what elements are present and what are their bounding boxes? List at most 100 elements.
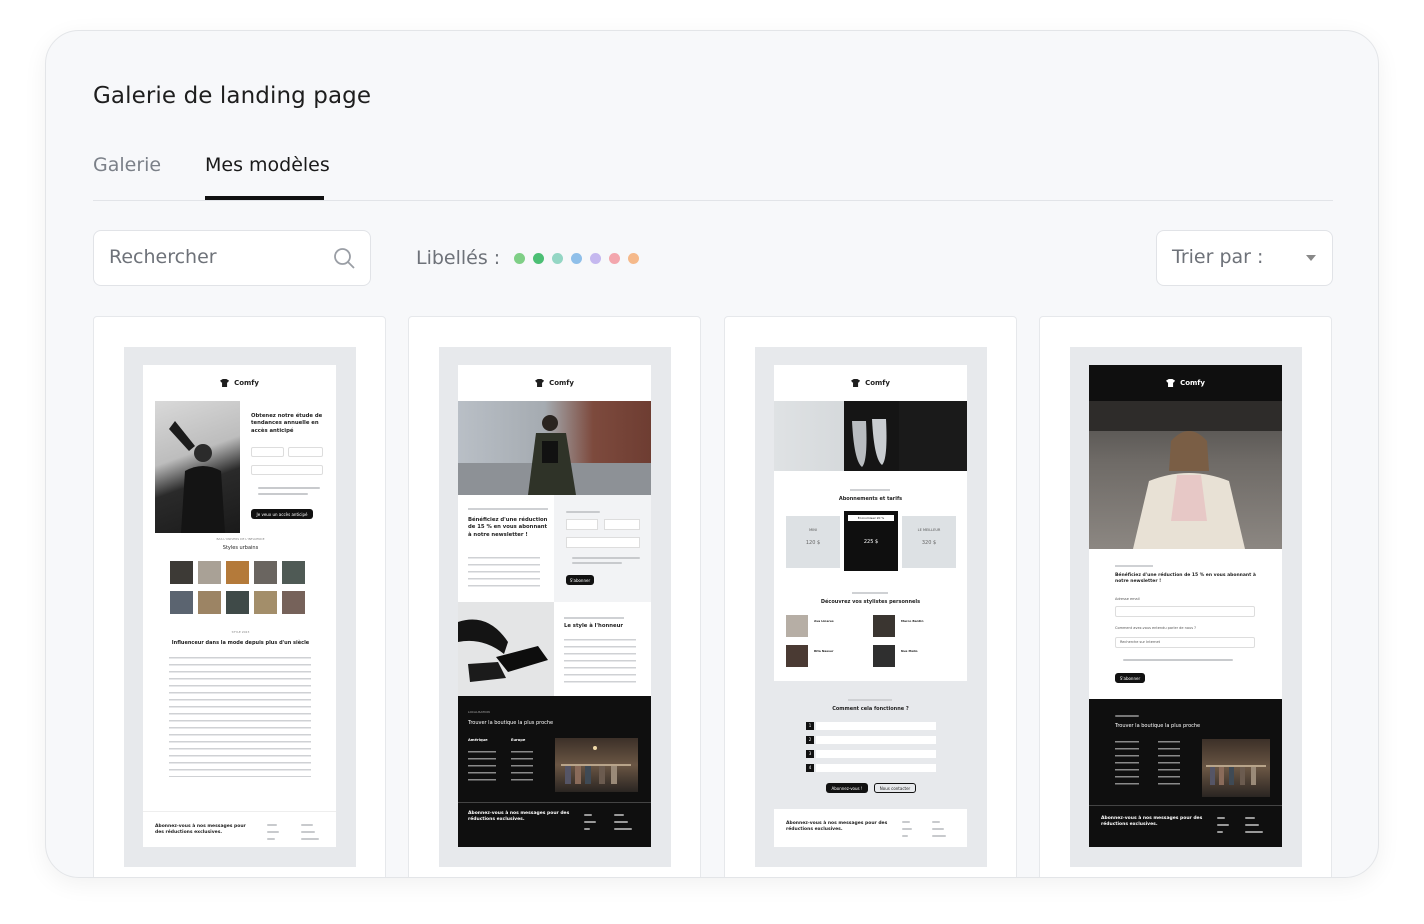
- label-filter: Libellés :: [416, 245, 647, 271]
- article-body: [169, 657, 311, 777]
- hero-photo: [458, 401, 651, 495]
- template-preview-frame: Comfy Bénéficiez d'une réduction de 15 %…: [439, 347, 671, 867]
- early-access-button[interactable]: Je veux un accès anticipé: [251, 509, 313, 519]
- search-input[interactable]: Rechercher: [109, 246, 217, 268]
- subscribe-button[interactable]: S'abonner: [1115, 673, 1145, 683]
- how-it-works-section: Comment cela fonctionne ? 1 2 3 4 Abonne…: [774, 689, 967, 805]
- newsletter-body: [468, 557, 540, 587]
- label-dot-1[interactable]: [514, 252, 526, 264]
- email-field[interactable]: [251, 465, 323, 475]
- shirt-logo-icon: [535, 379, 545, 387]
- email-header: Comfy: [1089, 365, 1282, 401]
- email-field[interactable]: [1115, 606, 1255, 617]
- email-header: Comfy: [458, 365, 651, 401]
- template-preview-frame: Comfy Abonnements et tarifs MINI 120 $ É…: [755, 347, 987, 867]
- how-title: Comment cela fonctionne ?: [832, 706, 909, 712]
- brand-name: Comfy: [549, 379, 574, 387]
- email-footer: Abonnez-vous à nos messages pour des réd…: [143, 811, 336, 847]
- store-column-europe: Europe: [511, 738, 526, 742]
- label-dot-3[interactable]: [552, 252, 564, 264]
- landing-page-gallery-panel: Galerie de landing page Galerie Mes modè…: [45, 30, 1379, 878]
- consent-text: [1123, 659, 1233, 661]
- email-header: Comfy: [774, 365, 967, 401]
- store-locator-section: LOCALISATION Trouver la boutique la plus…: [458, 696, 651, 847]
- stylist-1: [786, 615, 808, 637]
- label-dot-5[interactable]: [590, 252, 602, 264]
- consent-text: [258, 487, 320, 489]
- store-kicker: LOCALISATION: [468, 710, 490, 714]
- stylist-name: Marco Bardin: [901, 619, 924, 623]
- hero-photo: [1089, 401, 1282, 549]
- email-preview-3: Comfy Abonnements et tarifs MINI 120 $ É…: [774, 365, 967, 681]
- stylist-name: Nus Mello: [901, 649, 918, 653]
- source-select-value: Recherche sur Internet: [1120, 640, 1160, 644]
- tab-mes-modeles[interactable]: Mes modèles: [205, 154, 330, 176]
- brand-name: Comfy: [1180, 379, 1205, 387]
- plan-badge: Économisez 20 %: [848, 515, 894, 521]
- plan-mini[interactable]: MINI 120 $: [786, 516, 840, 568]
- sort-dropdown[interactable]: Trier par :: [1156, 230, 1333, 286]
- section-title: Styles urbains: [222, 545, 259, 551]
- template-card-2[interactable]: Comfy Bénéficiez d'une réduction de 15 %…: [408, 316, 701, 877]
- shirt-logo-icon: [851, 379, 861, 387]
- plan-name: MINI: [809, 528, 817, 532]
- footer-text: Abonnez-vous à nos messages pour des réd…: [786, 821, 888, 833]
- first-name-field[interactable]: [251, 447, 284, 457]
- tab-bar: Galerie Mes modèles: [93, 151, 1333, 201]
- label-dot-7[interactable]: [628, 252, 640, 264]
- plan-price: 225 $: [863, 539, 879, 545]
- source-question: Comment avez-vous entendu parler de nous…: [1115, 626, 1197, 630]
- pricing-kicker: [850, 489, 890, 491]
- plan-best[interactable]: LE MEILLEUR 320 $: [902, 516, 956, 568]
- source-select[interactable]: Recherche sur Internet: [1115, 637, 1255, 648]
- email-field[interactable]: [566, 537, 640, 548]
- feature-kicker: [564, 617, 624, 619]
- first-name-field[interactable]: [566, 519, 598, 530]
- subscribe-button[interactable]: Abonnez-vous !: [826, 783, 868, 793]
- labels-title: Libellés :: [416, 247, 501, 269]
- template-preview-frame: Comfy Bénéficiez d'une réduction de 15 %…: [1070, 347, 1302, 867]
- newsletter-headline: Bénéficiez d'une réduction de 15 % en vo…: [468, 517, 548, 538]
- stylist-name: Ava Linares: [814, 619, 834, 623]
- step-1-bar: [816, 722, 936, 730]
- store-title: Trouver la boutique la plus proche: [468, 720, 554, 726]
- newsletter-headline: Bénéficiez d'une réduction de 15 % en vo…: [1115, 573, 1256, 585]
- step-3: 3: [806, 750, 814, 758]
- signup-headline: Obtenez notre étude de tendances annuell…: [251, 413, 323, 434]
- email-preview-1: Comfy Obtenez notre étude de tendances a…: [143, 365, 336, 847]
- stylists-title: Découvrez vos stylistes personnels: [820, 599, 921, 605]
- section-kicker: BAS L'UNIVERS DE L'INFLUENCE: [216, 537, 265, 541]
- label-dot-6[interactable]: [609, 252, 621, 264]
- template-card-1[interactable]: Comfy Obtenez notre étude de tendances a…: [93, 316, 386, 877]
- step-4-bar: [816, 764, 936, 772]
- template-card-4[interactable]: Comfy Bénéficiez d'une réduction de 15 %…: [1039, 316, 1332, 877]
- template-card-3[interactable]: Comfy Abonnements et tarifs MINI 120 $ É…: [724, 316, 1017, 877]
- email-footer: Abonnez-vous à nos messages pour des réd…: [774, 809, 967, 847]
- feature-body: [564, 639, 636, 685]
- search-box[interactable]: Rechercher: [93, 230, 371, 286]
- search-icon[interactable]: [332, 246, 356, 270]
- store-city-list: [1115, 741, 1139, 785]
- plan-price: 320 $: [921, 540, 937, 546]
- shirt-logo-icon: [1166, 379, 1176, 387]
- brand-name: Comfy: [865, 379, 890, 387]
- contact-button[interactable]: Nous contacter: [874, 783, 916, 793]
- label-dot-4[interactable]: [571, 252, 583, 264]
- last-name-field[interactable]: [288, 447, 323, 457]
- plan-featured[interactable]: Économisez 20 % 225 $: [844, 511, 898, 571]
- hero-photo: [774, 401, 967, 471]
- store-city-list-2: [511, 751, 533, 785]
- consent-text-2: [258, 493, 308, 495]
- email-preview-2: Comfy Bénéficiez d'une réduction de 15 %…: [458, 365, 651, 847]
- label-dot-2[interactable]: [533, 252, 545, 264]
- shirt-logo-icon: [220, 379, 230, 387]
- email-preview-4: Comfy Bénéficiez d'une réduction de 15 %…: [1089, 365, 1282, 847]
- subscribe-button[interactable]: S'abonner: [566, 575, 594, 585]
- template-preview-frame: Comfy Obtenez notre étude de tendances a…: [124, 347, 356, 867]
- brand-name: Comfy: [234, 379, 259, 387]
- last-name-field[interactable]: [604, 519, 640, 530]
- store-locator-section: Trouver la boutique la plus proche Abonn…: [1089, 699, 1282, 847]
- store-column-americas: Amérique: [468, 738, 488, 742]
- tab-galerie[interactable]: Galerie: [93, 154, 161, 176]
- stylist-2: [873, 615, 895, 637]
